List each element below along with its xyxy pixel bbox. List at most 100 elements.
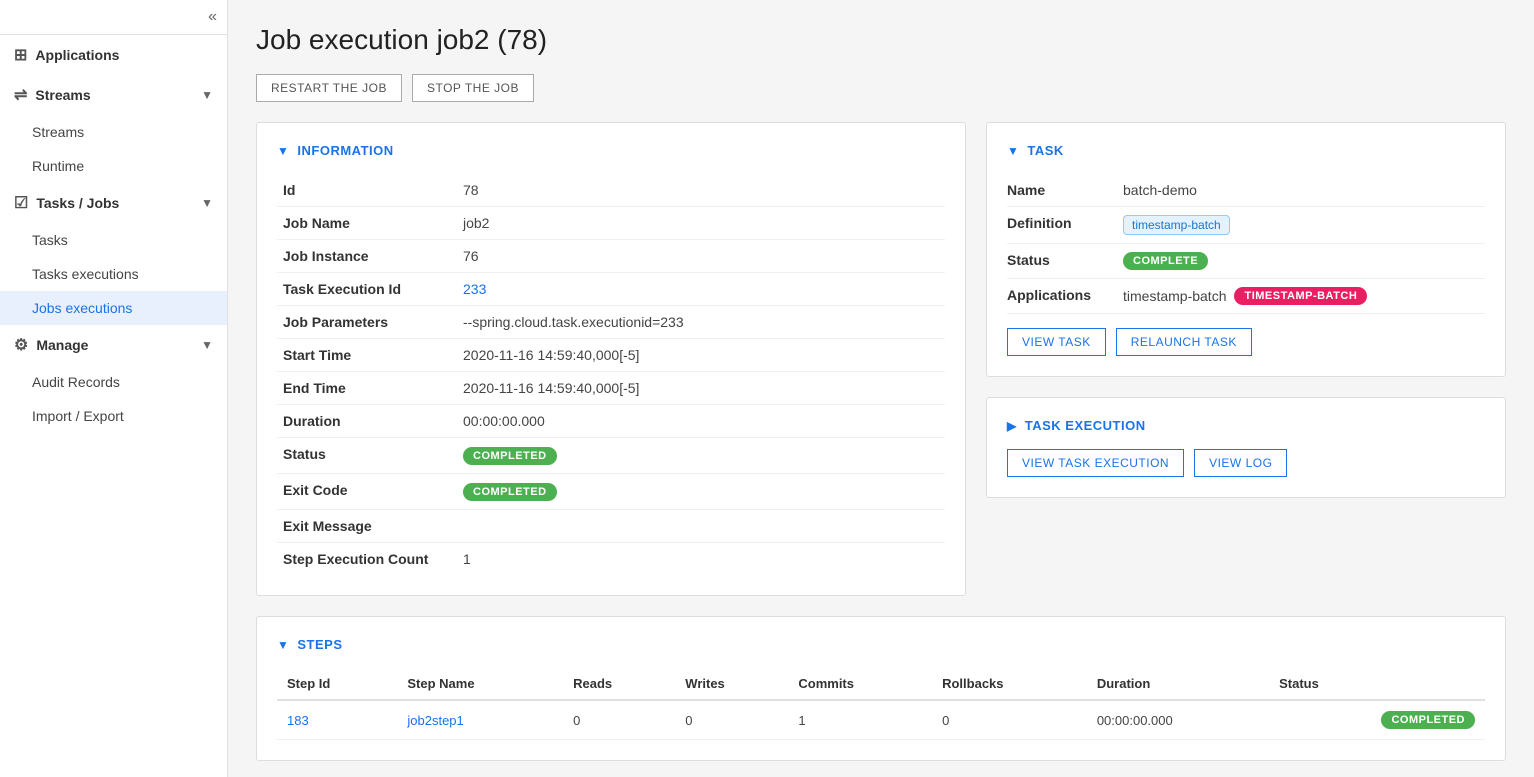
grid-icon: ⊞ [14, 45, 27, 65]
table-row: Id 78 [277, 174, 945, 207]
task-exec-id-link[interactable]: 233 [463, 281, 486, 297]
col-step-id: Step Id [277, 668, 397, 700]
definition-badge: timestamp-batch [1123, 215, 1230, 235]
streams-parent-label: Streams [35, 87, 90, 103]
manage-icon: ⚙ [14, 335, 28, 355]
status-badge: COMPLETED [463, 447, 557, 465]
view-task-execution-button[interactable]: VIEW TASK EXECUTION [1007, 449, 1184, 477]
task-definition-value: timestamp-batch [1123, 215, 1230, 235]
duration-label: Duration [277, 405, 457, 438]
job-params-label: Job Parameters [277, 306, 457, 339]
table-row: 183 job2step1 0 0 1 0 00:00:00.000 COMPL… [277, 700, 1485, 740]
end-time-label: End Time [277, 372, 457, 405]
sidebar-item-manage[interactable]: ⚙ Manage ▼ [0, 325, 227, 365]
job-instance-label: Job Instance [277, 240, 457, 273]
jobs-executions-label: Jobs executions [32, 300, 132, 316]
sidebar-item-tasks-jobs[interactable]: ☑ Tasks / Jobs ▼ [0, 183, 227, 223]
id-label: Id [277, 174, 457, 207]
task-action-buttons: VIEW TASK RELAUNCH TASK [1007, 328, 1485, 356]
col-rollbacks: Rollbacks [932, 668, 1087, 700]
manage-label: Manage [36, 337, 88, 353]
task-status-label: Status [1007, 252, 1107, 268]
col-duration: Duration [1087, 668, 1269, 700]
task-status-value: COMPLETE [1123, 252, 1208, 270]
table-row: Start Time 2020-11-16 14:59:40,000[-5] [277, 339, 945, 372]
task-status-badge: COMPLETE [1123, 252, 1208, 270]
sidebar-item-tasks-executions[interactable]: Tasks executions [0, 257, 227, 291]
step-name-link[interactable]: job2step1 [407, 713, 463, 728]
table-row: Status COMPLETED [277, 438, 945, 474]
task-definition-label: Definition [1007, 215, 1107, 231]
end-time-value: 2020-11-16 14:59:40,000[-5] [457, 372, 945, 405]
relaunch-task-button[interactable]: RELAUNCH TASK [1116, 328, 1252, 356]
tasks-chevron-icon: ▼ [201, 196, 213, 210]
job-params-value: --spring.cloud.task.executionid=233 [457, 306, 945, 339]
information-section-header: ▼ INFORMATION [277, 143, 945, 158]
task-applications-label: Applications [1007, 287, 1107, 303]
exit-code-cell: COMPLETED [457, 474, 945, 510]
task-execution-card: ▶ TASK EXECUTION VIEW TASK EXECUTION VIE… [986, 397, 1506, 498]
start-time-label: Start Time [277, 339, 457, 372]
task-name-row: Name batch-demo [1007, 174, 1485, 207]
col-reads: Reads [563, 668, 675, 700]
stop-job-button[interactable]: STOP THE JOB [412, 74, 534, 102]
sidebar-collapse-btn[interactable]: « [0, 0, 227, 35]
sidebar-item-runtime[interactable]: Runtime [0, 149, 227, 183]
collapse-icon: « [208, 8, 217, 26]
restart-job-button[interactable]: RESTART THE JOB [256, 74, 402, 102]
tasks-executions-label: Tasks executions [32, 266, 139, 282]
table-row: Job Parameters --spring.cloud.task.execu… [277, 306, 945, 339]
table-row: End Time 2020-11-16 14:59:40,000[-5] [277, 372, 945, 405]
table-row: Exit Code COMPLETED [277, 474, 945, 510]
sidebar-item-jobs-executions[interactable]: Jobs executions [0, 291, 227, 325]
col-step-name: Step Name [397, 668, 563, 700]
step-id-link[interactable]: 183 [287, 713, 309, 728]
main-content: Job execution job2 (78) RESTART THE JOB … [228, 0, 1534, 777]
task-exec-chevron-icon: ▶ [1007, 419, 1017, 433]
audit-records-label: Audit Records [32, 374, 120, 390]
job-name-value: job2 [457, 207, 945, 240]
task-applications-value: timestamp-batch TIMESTAMP-BATCH [1123, 287, 1367, 305]
sidebar-item-applications[interactable]: ⊞ Applications [0, 35, 227, 75]
col-commits: Commits [788, 668, 932, 700]
task-execution-label: TASK EXECUTION [1025, 418, 1146, 433]
table-row: Job Instance 76 [277, 240, 945, 273]
table-row: Exit Message [277, 510, 945, 543]
sidebar-item-import-export[interactable]: Import / Export [0, 399, 227, 433]
action-buttons: RESTART THE JOB STOP THE JOB [256, 74, 1506, 102]
step-status: COMPLETED [1269, 700, 1485, 740]
table-row: Task Execution Id 233 [277, 273, 945, 306]
sidebar-item-streams-parent[interactable]: ⇌ Streams ▼ [0, 75, 227, 115]
info-chevron-icon: ▼ [277, 144, 289, 158]
table-row: Step Execution Count 1 [277, 543, 945, 576]
id-value: 78 [457, 174, 945, 207]
task-execution-section-header: ▶ TASK EXECUTION [1007, 418, 1485, 433]
step-duration: 00:00:00.000 [1087, 700, 1269, 740]
duration-value: 00:00:00.000 [457, 405, 945, 438]
step-writes: 0 [675, 700, 788, 740]
view-log-button[interactable]: VIEW LOG [1194, 449, 1287, 477]
streams-icon: ⇌ [14, 85, 27, 105]
exit-message-label: Exit Message [277, 510, 457, 543]
manage-chevron-icon: ▼ [201, 338, 213, 352]
steps-card: ▼ STEPS Step Id Step Name Reads Writes C… [256, 616, 1506, 761]
sidebar-item-audit-records[interactable]: Audit Records [0, 365, 227, 399]
status-cell: COMPLETED [457, 438, 945, 474]
steps-table: Step Id Step Name Reads Writes Commits R… [277, 668, 1485, 740]
steps-section-header: ▼ STEPS [277, 637, 1485, 652]
applications-label: Applications [35, 47, 119, 63]
streams-child-label: Streams [32, 124, 84, 140]
sidebar-item-tasks[interactable]: Tasks [0, 223, 227, 257]
col-status: Status [1269, 668, 1485, 700]
step-exec-count-value: 1 [457, 543, 945, 576]
sidebar-item-streams[interactable]: Streams [0, 115, 227, 149]
step-status-badge: COMPLETED [1381, 711, 1475, 729]
task-card: ▼ TASK Name batch-demo Definition timest… [986, 122, 1506, 377]
task-applications-row: Applications timestamp-batch TIMESTAMP-B… [1007, 279, 1485, 314]
view-task-button[interactable]: VIEW TASK [1007, 328, 1106, 356]
steps-chevron-icon: ▼ [277, 638, 289, 652]
task-status-row: Status COMPLETE [1007, 244, 1485, 279]
table-row: Duration 00:00:00.000 [277, 405, 945, 438]
page-title: Job execution job2 (78) [256, 24, 1506, 56]
applications-name: timestamp-batch [1123, 288, 1226, 304]
